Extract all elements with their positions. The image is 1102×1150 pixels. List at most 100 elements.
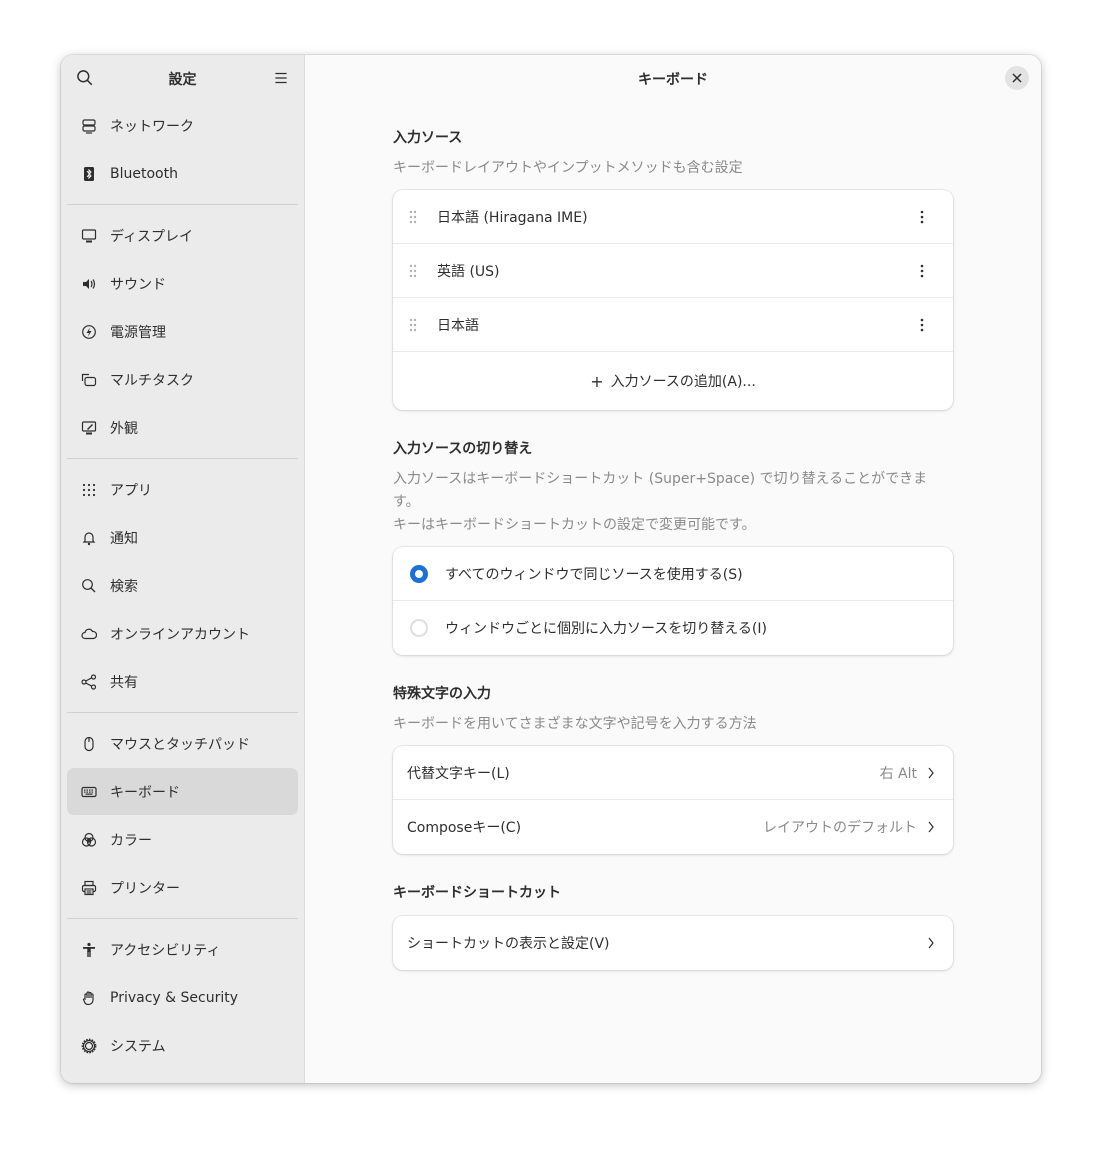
chevron-right-icon	[928, 767, 934, 778]
sidebar-item-label: 電源管理	[110, 324, 166, 341]
input-sources-title: 入力ソース	[393, 130, 463, 146]
radio-option-same-source[interactable]: すべてのウィンドウで同じソースを使用する(S)	[393, 547, 953, 601]
radio-label: すべてのウィンドウで同じソースを使用する(S)	[445, 566, 743, 583]
sidebar-item-share[interactable]: 共有	[67, 658, 298, 705]
compose-key-row[interactable]: Composeキー(C) レイアウトのデフォルト	[393, 800, 953, 854]
gear-icon	[81, 1038, 97, 1054]
chevron-right-icon	[928, 821, 934, 833]
sidebar-item-label: システム	[110, 1038, 166, 1055]
sidebar-item-mouse[interactable]: マウスとタッチパッド	[67, 720, 298, 767]
mouse-icon	[81, 736, 97, 752]
radio-button-checked[interactable]	[410, 564, 428, 583]
sidebar-item-label: 共有	[110, 674, 138, 691]
sidebar-item-label: プリンター	[110, 880, 180, 897]
page-title: キーボード	[638, 72, 708, 88]
input-source-row[interactable]: 日本語 (Hiragana IME)	[393, 190, 953, 244]
color-icon	[81, 832, 97, 848]
content: 入力ソース キーボードレイアウトやインプットメソッドも含む設定 日本語 (Hir…	[393, 127, 953, 998]
add-input-source-label: 入力ソースの追加(A)...	[610, 374, 756, 390]
row-label: Composeキー(C)	[407, 820, 522, 836]
sound-icon	[81, 276, 97, 292]
switching-options: すべてのウィンドウで同じソースを使用する(S) ウィンドウごとに個別に入力ソース…	[393, 547, 953, 655]
drag-handle-icon[interactable]	[409, 210, 417, 224]
sidebar-item-label: Bluetooth	[110, 165, 178, 182]
switching-description-2: キーはキーボードショートカットの設定で変更可能です。	[393, 517, 756, 533]
sidebar-item-multitasking[interactable]: マルチタスク	[67, 356, 298, 403]
multitasking-icon	[81, 372, 97, 388]
sidebar-item-label: カラー	[110, 832, 152, 849]
input-sources-description: キーボードレイアウトやインプットメソッドも含む設定	[393, 160, 743, 176]
sidebar-separator	[67, 204, 298, 205]
appearance-icon	[81, 420, 97, 436]
view-shortcuts-row[interactable]: ショートカットの表示と設定(V)	[393, 916, 953, 970]
input-source-label: 日本語 (Hiragana IME)	[437, 209, 588, 226]
sidebar-item-keyboard[interactable]: キーボード	[67, 768, 298, 815]
row-label: 代替文字キー(L)	[407, 765, 510, 782]
sidebar-item-gear[interactable]: システム	[67, 1022, 298, 1069]
sidebar-item-label: オンラインアカウント	[110, 626, 250, 643]
settings-window: 設定 ネットワーク Bluetooth ディスプレイサウンド電源管理マルチタスク 外観…	[61, 55, 1041, 1083]
sidebar-item-bell[interactable]: 通知	[67, 514, 298, 561]
hamburger-menu-icon[interactable]	[272, 69, 290, 87]
sidebar-item-label: 通知	[110, 530, 138, 547]
radio-button[interactable]	[410, 619, 428, 637]
sidebar-item-bluetooth[interactable]: Bluetooth	[67, 150, 298, 197]
alternate-chars-key-row[interactable]: 代替文字キー(L) 右 Alt	[393, 746, 953, 800]
more-options-icon[interactable]	[915, 209, 929, 225]
close-icon	[1012, 73, 1022, 83]
sidebar-item-power[interactable]: 電源管理	[67, 308, 298, 355]
sidebar-item-color[interactable]: カラー	[67, 816, 298, 863]
sidebar-item-appearance[interactable]: 外観	[67, 404, 298, 451]
input-source-label: 日本語	[437, 317, 479, 334]
sidebar-item-label: マルチタスク	[110, 372, 194, 389]
share-icon	[81, 673, 97, 690]
input-source-row[interactable]: 日本語	[393, 298, 953, 352]
sidebar-item-label: マウスとタッチパッド	[110, 736, 250, 753]
shortcuts-title: キーボードショートカット	[393, 885, 561, 901]
keyboard-icon	[81, 784, 97, 800]
sidebar-item-label: キーボード	[110, 784, 180, 801]
sidebar: 設定 ネットワーク Bluetooth ディスプレイサウンド電源管理マルチタスク 外観…	[61, 55, 305, 1083]
sidebar-item-cloud[interactable]: オンラインアカウント	[67, 610, 298, 657]
drag-handle-icon[interactable]	[409, 264, 417, 278]
bluetooth-icon	[81, 166, 97, 182]
drag-handle-icon[interactable]	[409, 318, 417, 332]
input-source-label: 英語 (US)	[437, 263, 500, 280]
radio-option-per-window[interactable]: ウィンドウごとに個別に入力ソースを切り替える(I)	[393, 601, 953, 655]
main-panel: キーボード 入力ソース キーボードレイアウトやインプットメソッドも含む設定 日本…	[305, 55, 1041, 1083]
sidebar-item-label: ディスプレイ	[110, 228, 194, 245]
radio-label: ウィンドウごとに個別に入力ソースを切り替える(I)	[445, 621, 767, 637]
printer-icon	[81, 880, 97, 896]
input-source-row[interactable]: 英語 (US)	[393, 244, 953, 298]
bell-icon	[81, 530, 97, 546]
sidebar-item-apps[interactable]: アプリ	[67, 466, 298, 513]
sidebar-separator	[67, 918, 298, 919]
sidebar-item-display[interactable]: ディスプレイ	[67, 212, 298, 259]
sidebar-item-label: ネットワーク	[110, 118, 194, 135]
special-chars-title: 特殊文字の入力	[393, 686, 491, 702]
network-icon	[81, 118, 97, 134]
sidebar-item-label: 外観	[110, 420, 138, 437]
more-options-icon[interactable]	[915, 317, 929, 333]
sidebar-item-label: アクセシビリティ	[110, 942, 221, 959]
sidebar-item-search[interactable]: 検索	[67, 562, 298, 609]
row-label: ショートカットの表示と設定(V)	[407, 936, 610, 952]
power-icon	[81, 324, 97, 340]
more-options-icon[interactable]	[915, 263, 929, 279]
sidebar-separator	[67, 458, 298, 459]
sidebar-item-hand[interactable]: Privacy & Security	[67, 974, 298, 1021]
sidebar-separator	[67, 712, 298, 713]
chevron-right-icon	[928, 937, 934, 949]
add-input-source-button[interactable]: + 入力ソースの追加(A)...	[393, 352, 953, 410]
sidebar-item-label: 検索	[110, 578, 138, 595]
sidebar-item-network[interactable]: ネットワーク	[67, 102, 298, 149]
close-button[interactable]	[1005, 66, 1029, 90]
sidebar-item-sound[interactable]: サウンド	[67, 260, 298, 307]
input-sources-list: 日本語 (Hiragana IME) 英語 (US) 日本語 + 入力ソースの追…	[393, 190, 953, 410]
sidebar-title: 設定	[168, 72, 197, 88]
switching-title: 入力ソースの切り替え	[393, 441, 533, 457]
switching-description-1: 入力ソースはキーボードショートカット (Super+Space) で切り替えるこ…	[393, 471, 928, 510]
sidebar-item-printer[interactable]: プリンター	[67, 864, 298, 911]
row-value: レイアウトのデフォルト	[763, 820, 917, 836]
sidebar-item-accessibility[interactable]: アクセシビリティ	[67, 926, 298, 973]
